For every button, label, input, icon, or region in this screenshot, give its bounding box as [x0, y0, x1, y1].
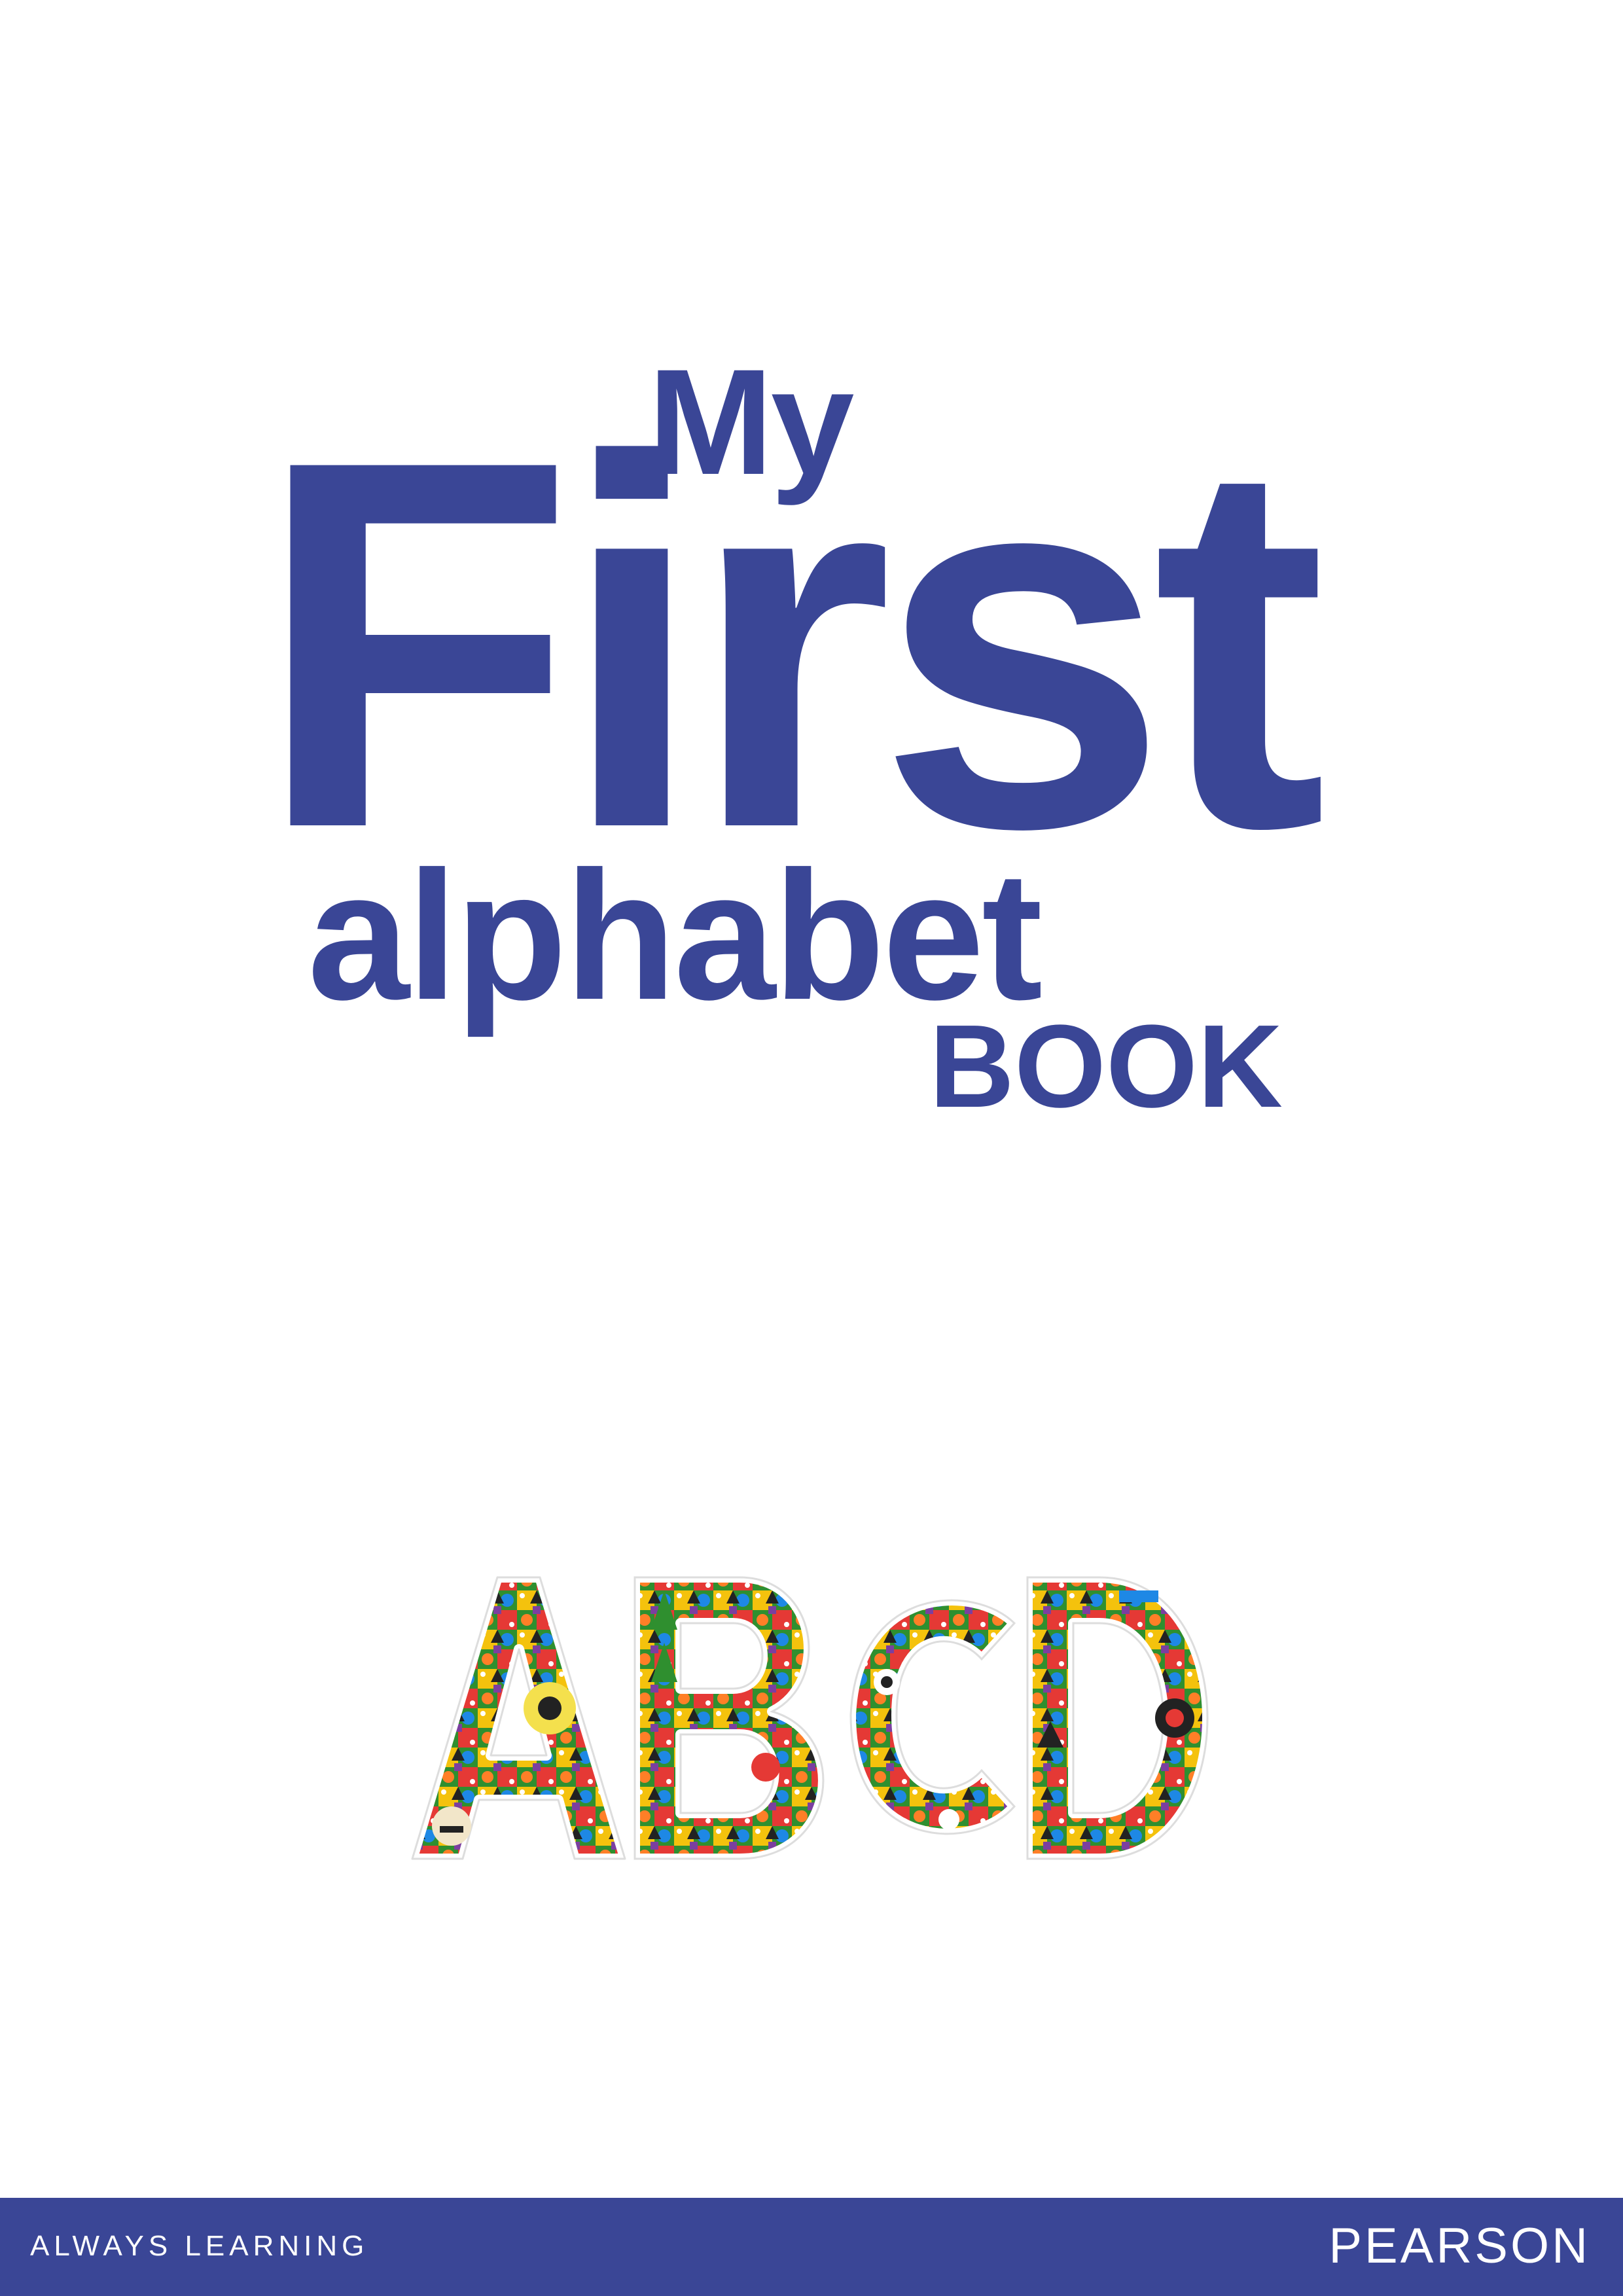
title-book: BOOK — [929, 1001, 1283, 1132]
abcd-illustration-icon — [407, 1572, 1213, 1864]
letter-b-icon — [630, 1572, 829, 1864]
letter-a-icon — [407, 1572, 630, 1864]
footer-tagline: ALWAYS LEARNING — [30, 2230, 369, 2262]
title-alphabet: alphabet — [308, 834, 1043, 1038]
title-first: First — [255, 351, 1327, 937]
book-cover: My First alphabet BOOK ALWAYS LEARNING P… — [0, 0, 1623, 2296]
letter-d-icon — [1022, 1572, 1213, 1864]
publisher-logo: PEARSON — [1329, 2218, 1590, 2274]
letter-c-icon — [846, 1595, 1020, 1839]
footer-band: ALWAYS LEARNING PEARSON — [0, 2198, 1623, 2296]
